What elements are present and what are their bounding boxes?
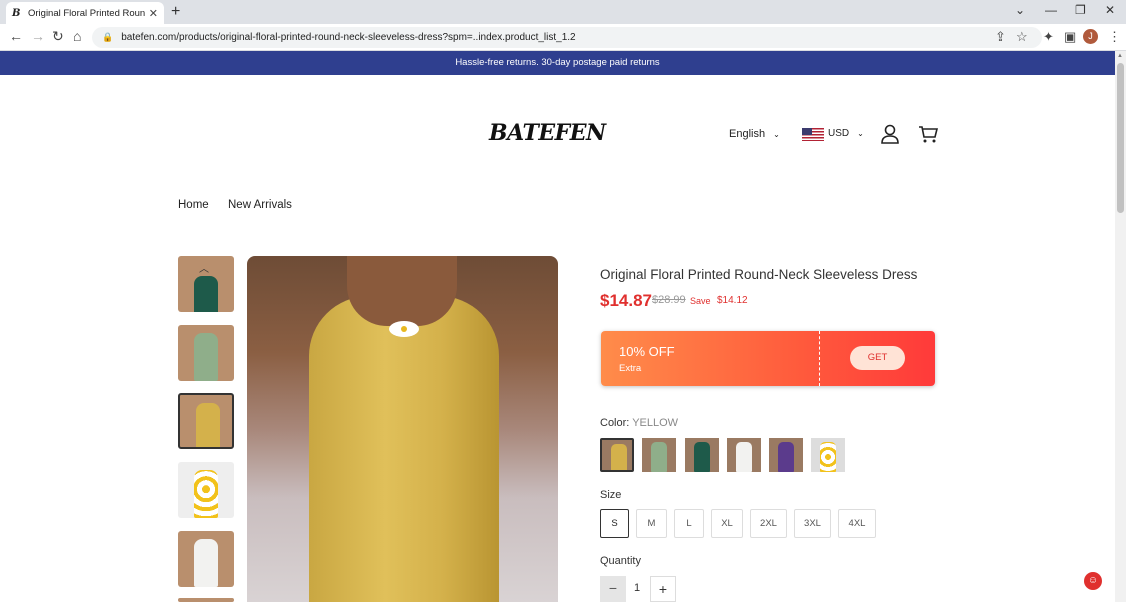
- daisy-print-icon: [389, 321, 419, 337]
- thumbnail-sage[interactable]: [178, 325, 234, 381]
- quantity-decrease-button[interactable]: −: [600, 576, 626, 602]
- save-amount: $14.12: [717, 295, 748, 306]
- lock-icon: 🔒: [102, 32, 114, 42]
- url-input[interactable]: 🔒 batefen.com/products/original-floral-p…: [92, 27, 1042, 48]
- quantity-value[interactable]: 1: [634, 582, 640, 594]
- browser-menu-icon[interactable]: ⋮: [1108, 29, 1121, 45]
- thumbnail-yellow[interactable]: [178, 393, 234, 449]
- chevron-down-icon: ⌄: [857, 129, 864, 138]
- close-tab-icon[interactable]: ✕: [149, 7, 158, 20]
- coupon-discount: 10% OFF: [619, 344, 675, 359]
- quantity-label: Quantity: [600, 555, 641, 567]
- size-button-xl[interactable]: XL: [711, 509, 743, 538]
- color-value: YELLOW: [632, 417, 679, 429]
- save-label: Save: [690, 296, 711, 306]
- color-swatch-yellow[interactable]: [600, 438, 634, 472]
- scrollbar-thumb[interactable]: [1117, 63, 1124, 213]
- color-swatch-teal[interactable]: [685, 438, 719, 472]
- address-bar-row: ← → ↻ ⌂ 🔒 batefen.com/products/original-…: [0, 24, 1126, 51]
- product-main-image[interactable]: [247, 256, 558, 602]
- color-swatch-white[interactable]: [727, 438, 761, 472]
- size-label: Size: [600, 489, 622, 501]
- coupon-card: 10% OFF Extra GET: [601, 331, 935, 386]
- size-button-3xl[interactable]: 3XL: [794, 509, 831, 538]
- minimize-icon[interactable]: —: [1045, 3, 1057, 17]
- side-panel-icon[interactable]: ▣: [1064, 29, 1076, 45]
- profile-avatar[interactable]: J: [1083, 29, 1098, 44]
- new-tab-icon[interactable]: +: [171, 3, 180, 21]
- original-price: $28.99: [652, 294, 686, 306]
- color-swatch-purple[interactable]: [769, 438, 803, 472]
- color-swatch-sunflower[interactable]: [811, 438, 845, 472]
- size-button-m[interactable]: M: [636, 509, 667, 538]
- breadcrumb-home[interactable]: Home: [178, 199, 209, 211]
- currency-selector[interactable]: USD ⌄: [828, 128, 864, 139]
- coupon-extra: Extra: [619, 363, 642, 374]
- chat-support-icon[interactable]: ☺: [1084, 572, 1102, 590]
- language-label: English: [729, 128, 766, 140]
- color-swatch-sage[interactable]: [642, 438, 676, 472]
- color-label: Color: YELLOW: [600, 417, 679, 429]
- browser-tab-bar: B Original Floral Printed Round-Ne ✕ + ⌄…: [0, 0, 1126, 24]
- tab-title: Original Floral Printed Round-Ne: [28, 7, 145, 19]
- sale-price: $14.87: [600, 291, 652, 310]
- size-button-2xl[interactable]: 2XL: [750, 509, 787, 538]
- announcement-bar: Hassle-free returns. 30-day postage paid…: [0, 51, 1115, 75]
- thumbnail-sunflower[interactable]: [178, 462, 234, 518]
- page-scrollbar[interactable]: ▲: [1115, 51, 1126, 602]
- extensions-icon[interactable]: ✦: [1043, 29, 1054, 45]
- site-favicon-icon: B: [12, 7, 21, 19]
- thumbnail-white[interactable]: [178, 531, 234, 587]
- browser-tab[interactable]: B Original Floral Printed Round-Ne ✕: [6, 2, 164, 24]
- share-icon[interactable]: ⇪: [995, 29, 1006, 45]
- tab-search-icon[interactable]: ⌄: [1015, 3, 1025, 17]
- chevron-down-icon: ⌄: [773, 130, 780, 139]
- chevron-up-icon[interactable]: ︿: [199, 260, 209, 275]
- us-flag-icon: [802, 128, 824, 141]
- reload-icon[interactable]: ↻: [52, 28, 64, 45]
- product-title: Original Floral Printed Round-Neck Sleev…: [600, 267, 918, 282]
- home-icon[interactable]: ⌂: [73, 28, 81, 44]
- close-window-icon[interactable]: ✕: [1105, 3, 1115, 17]
- currency-label: USD: [828, 128, 850, 139]
- size-button-s[interactable]: S: [600, 509, 629, 538]
- forward-icon[interactable]: →: [31, 28, 45, 44]
- cart-icon[interactable]: [918, 124, 938, 144]
- back-icon[interactable]: ←: [9, 28, 23, 44]
- coupon-divider: [819, 331, 820, 386]
- site-logo[interactable]: BATEFEN: [489, 120, 606, 146]
- thumbnail-purple[interactable]: [178, 598, 234, 602]
- bookmark-star-icon[interactable]: ☆: [1016, 29, 1028, 45]
- restore-icon[interactable]: ❐: [1075, 3, 1086, 17]
- size-button-l[interactable]: L: [674, 509, 704, 538]
- get-coupon-button[interactable]: GET: [850, 346, 905, 370]
- account-icon[interactable]: [881, 124, 899, 144]
- breadcrumb-new-arrivals[interactable]: New Arrivals: [228, 199, 292, 211]
- scroll-up-arrow-icon[interactable]: ▲: [1117, 53, 1123, 59]
- language-selector[interactable]: English ⌄: [729, 128, 780, 140]
- url-text: batefen.com/products/original-floral-pri…: [121, 32, 576, 43]
- size-button-4xl[interactable]: 4XL: [838, 509, 876, 538]
- quantity-increase-button[interactable]: +: [650, 576, 676, 602]
